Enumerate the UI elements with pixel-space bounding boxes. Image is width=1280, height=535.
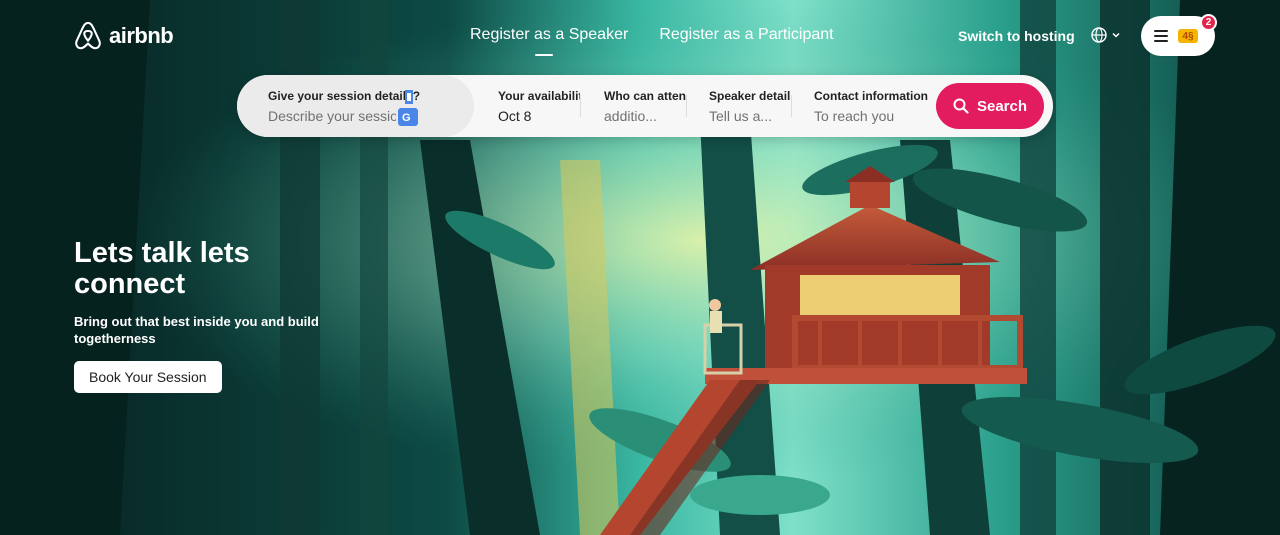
- menu-icon: [1154, 30, 1168, 42]
- speaker-details-field[interactable]: Speaker details Tell us a...: [709, 75, 791, 137]
- translate-icon[interactable]: G: [398, 88, 420, 128]
- field-value: To reach you: [814, 108, 895, 124]
- top-header: airbnb Register as a Speaker Register as…: [0, 0, 1280, 72]
- contact-information-field[interactable]: Contact information To reach you: [814, 75, 939, 137]
- nav-register-participant[interactable]: Register as a Participant: [659, 26, 833, 44]
- divider: [580, 95, 581, 117]
- book-session-button[interactable]: Book Your Session: [74, 361, 222, 393]
- avatar: 4§: [1178, 29, 1198, 43]
- field-label: Who can attend: [604, 89, 686, 103]
- hero-title: Lets talk lets connect: [74, 237, 250, 300]
- divider: [686, 95, 687, 117]
- search-bar: Give your session details? Describe your…: [237, 75, 1053, 137]
- search-button[interactable]: Search: [936, 83, 1044, 129]
- field-value: additio...: [604, 108, 657, 124]
- field-value: Tell us a...: [709, 108, 773, 124]
- availability-field[interactable]: Your availability Oct 8: [498, 75, 580, 137]
- brand-name: airbnb: [109, 23, 174, 48]
- field-value: Oct 8: [498, 108, 532, 124]
- brand-logo[interactable]: airbnb: [73, 20, 174, 52]
- field-label: Give your session details?: [268, 89, 421, 103]
- language-selector[interactable]: [1091, 27, 1121, 43]
- who-can-attend-field[interactable]: Who can attend additio...: [604, 75, 686, 137]
- field-label: Speaker details: [709, 89, 791, 103]
- switch-to-hosting-link[interactable]: Switch to hosting: [958, 28, 1075, 44]
- field-value: Describe your session: [268, 108, 396, 124]
- svg-text:G: G: [402, 112, 411, 124]
- main-nav: Register as a Speaker Register as a Part…: [470, 26, 834, 56]
- field-label: Your availability: [498, 89, 580, 103]
- divider: [791, 95, 792, 117]
- hero-subtitle: Bring out that best inside you and build…: [74, 314, 319, 346]
- airbnb-logo-icon: [75, 21, 101, 50]
- nav-register-speaker[interactable]: Register as a Speaker: [470, 26, 628, 56]
- notification-badge: 2: [1200, 14, 1217, 31]
- field-label: Contact information: [814, 89, 928, 103]
- chevron-down-icon: [1112, 32, 1120, 38]
- search-button-label: Search: [976, 97, 1028, 115]
- globe-icon: [1091, 27, 1107, 43]
- session-details-field[interactable]: Give your session details? Describe your…: [237, 75, 474, 137]
- search-icon: [953, 98, 969, 114]
